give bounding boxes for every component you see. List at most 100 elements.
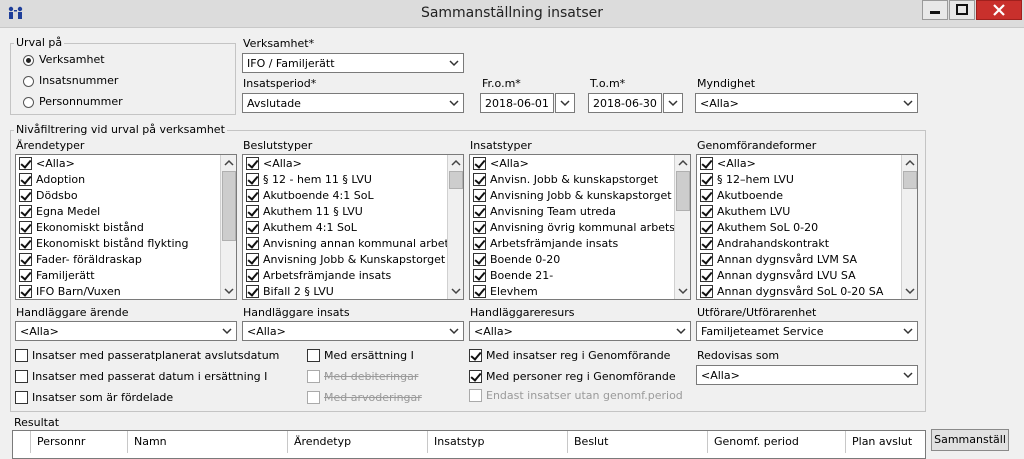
arendetyper-list[interactable]: <Alla> Adoption Dödsbo Egna Medel Ekonom…: [15, 154, 237, 300]
checkbox[interactable]: [246, 172, 259, 186]
checkbox[interactable]: [19, 172, 32, 186]
list-item[interactable]: § 12–hem LVU: [700, 171, 794, 187]
option-passerat-planerat[interactable]: Insatser med passeratplanerat avslutsdat…: [15, 349, 279, 362]
radio-insatsnummer-label[interactable]: Insatsnummer: [39, 74, 118, 87]
list-item[interactable]: Anvisning annan kommunal arbetsmarkn: [246, 235, 463, 251]
list-item[interactable]: Elevhem: [473, 283, 538, 299]
list-item[interactable]: Dödsbo: [19, 187, 78, 203]
list-item[interactable]: Ekonomiskt bistånd flykting: [19, 235, 188, 251]
radio-verksamhet[interactable]: [23, 55, 34, 66]
list-item[interactable]: Anvisning Team utreda: [473, 203, 616, 219]
maximize-button[interactable]: [949, 0, 975, 20]
checkbox[interactable]: [473, 284, 486, 298]
checkbox[interactable]: [700, 220, 713, 234]
list-item[interactable]: Akuthem 4:1 SoL: [246, 219, 357, 235]
option-fordelade[interactable]: Insatser som är fördelade: [15, 391, 173, 404]
column-header-insatstyp[interactable]: Insatstyp: [428, 431, 568, 453]
checkbox[interactable]: [15, 349, 28, 362]
list-item[interactable]: Andrahandskontrakt: [700, 235, 829, 251]
redovisas-select[interactable]: <Alla>: [696, 365, 918, 385]
close-button[interactable]: [976, 0, 1022, 20]
verksamhet-select[interactable]: IFO / Familjerätt: [242, 53, 464, 73]
tom-date-input[interactable]: 2018-06-30: [588, 93, 662, 113]
scrollbar[interactable]: [220, 155, 236, 299]
checkbox[interactable]: [19, 204, 32, 218]
from-date-dropdown[interactable]: [555, 93, 575, 113]
scrollbar[interactable]: [447, 155, 463, 299]
checkbox[interactable]: [19, 220, 32, 234]
checkbox[interactable]: [473, 252, 486, 266]
radio-personnummer[interactable]: [23, 97, 34, 108]
checkbox[interactable]: [246, 236, 259, 250]
list-item[interactable]: <Alla>: [246, 155, 302, 171]
scrollbar[interactable]: [901, 155, 917, 299]
checkbox[interactable]: [700, 268, 713, 282]
handlaggare-arende-select[interactable]: <Alla>: [15, 321, 237, 341]
checkbox[interactable]: [19, 252, 32, 266]
list-item[interactable]: § 12 - hem 11 § LVU: [246, 171, 372, 187]
beslutstyper-list[interactable]: <Alla> § 12 - hem 11 § LVU Akutboende 4:…: [242, 154, 464, 300]
genomforandeformer-list[interactable]: <Alla> § 12–hem LVU Akutboende Akuthem L…: [696, 154, 918, 300]
column-header-personnr[interactable]: Personnr: [31, 431, 128, 453]
radio-personnummer-label[interactable]: Personnummer: [39, 95, 123, 108]
utforare-select[interactable]: Familjeteamet Service: [696, 321, 918, 341]
checkbox[interactable]: [15, 391, 28, 404]
checkbox[interactable]: [700, 236, 713, 250]
checkbox[interactable]: [700, 172, 713, 186]
list-item[interactable]: Anvisning Jobb & Kunskapstorget: [246, 251, 445, 267]
handlaggareresurs-select[interactable]: <Alla>: [469, 321, 691, 341]
insatsperiod-select[interactable]: Avslutade: [242, 93, 464, 113]
scrollbar-thumb[interactable]: [676, 171, 690, 211]
checkbox[interactable]: [473, 188, 486, 202]
list-item[interactable]: Adoption: [19, 171, 85, 187]
list-item[interactable]: Anvisning övrig kommunal arbetsmarkn: [473, 219, 690, 235]
list-item[interactable]: Annan dygnsvård SoL 0-20 SA: [700, 283, 883, 299]
option-passerat-ersattning[interactable]: Insatser med passerat datum i ersättning…: [15, 370, 267, 383]
checkbox[interactable]: [307, 349, 320, 362]
handlaggare-insats-select[interactable]: <Alla>: [242, 321, 464, 341]
list-item[interactable]: Arbetsfrämjande insats: [246, 267, 391, 283]
checkbox[interactable]: [19, 188, 32, 202]
list-item[interactable]: Annan dygnsvård LVU SA: [700, 267, 856, 283]
checkbox[interactable]: [700, 188, 713, 202]
checkbox[interactable]: [469, 370, 482, 383]
column-header-arendetyp[interactable]: Ärendetyp: [288, 431, 428, 453]
checkbox[interactable]: [473, 220, 486, 234]
scrollbar-thumb[interactable]: [222, 171, 236, 241]
checkbox[interactable]: [473, 236, 486, 250]
column-header-beslut[interactable]: Beslut: [568, 431, 708, 453]
list-item[interactable]: <Alla>: [700, 155, 756, 171]
checkbox[interactable]: [700, 284, 713, 298]
column-header-plan-avslut[interactable]: Plan avslut: [846, 431, 925, 453]
from-date-input[interactable]: 2018-06-01: [480, 93, 554, 113]
list-item[interactable]: Boende 0-20: [473, 251, 560, 267]
list-item[interactable]: Ekonomiskt bistånd: [19, 219, 144, 235]
list-item[interactable]: Anvisn. Jobb & kunskapstorget: [473, 171, 658, 187]
checkbox[interactable]: [246, 188, 259, 202]
checkbox[interactable]: [469, 349, 482, 362]
insatstyper-list[interactable]: <Alla> Anvisn. Jobb & kunskapstorget Anv…: [469, 154, 691, 300]
checkbox[interactable]: [246, 156, 259, 170]
option-reg-genomforande[interactable]: Med insatser reg i Genomförande: [469, 349, 670, 362]
checkbox[interactable]: [246, 284, 259, 298]
resultat-grid[interactable]: Personnr Namn Ärendetyp Insatstyp Beslut…: [12, 430, 926, 459]
checkbox[interactable]: [473, 268, 486, 282]
checkbox[interactable]: [15, 370, 28, 383]
radio-verksamhet-label[interactable]: Verksamhet: [39, 53, 105, 66]
scrollbar-thumb[interactable]: [449, 171, 463, 189]
list-item[interactable]: Fader- föräldraskap: [19, 251, 142, 267]
checkbox[interactable]: [473, 204, 486, 218]
scrollbar[interactable]: [674, 155, 690, 299]
checkbox[interactable]: [246, 268, 259, 282]
list-item[interactable]: IFO Barn/Vuxen: [19, 283, 121, 299]
column-header-genomf-period[interactable]: Genomf. period: [708, 431, 846, 453]
list-item[interactable]: <Alla>: [19, 155, 75, 171]
checkbox[interactable]: [19, 268, 32, 282]
checkbox[interactable]: [473, 172, 486, 186]
list-item[interactable]: Akutboende: [700, 187, 783, 203]
list-item[interactable]: Akuthem SoL 0-20: [700, 219, 818, 235]
list-item[interactable]: Boende 21-: [473, 267, 553, 283]
checkbox[interactable]: [700, 252, 713, 266]
checkbox[interactable]: [700, 156, 713, 170]
checkbox[interactable]: [473, 156, 486, 170]
